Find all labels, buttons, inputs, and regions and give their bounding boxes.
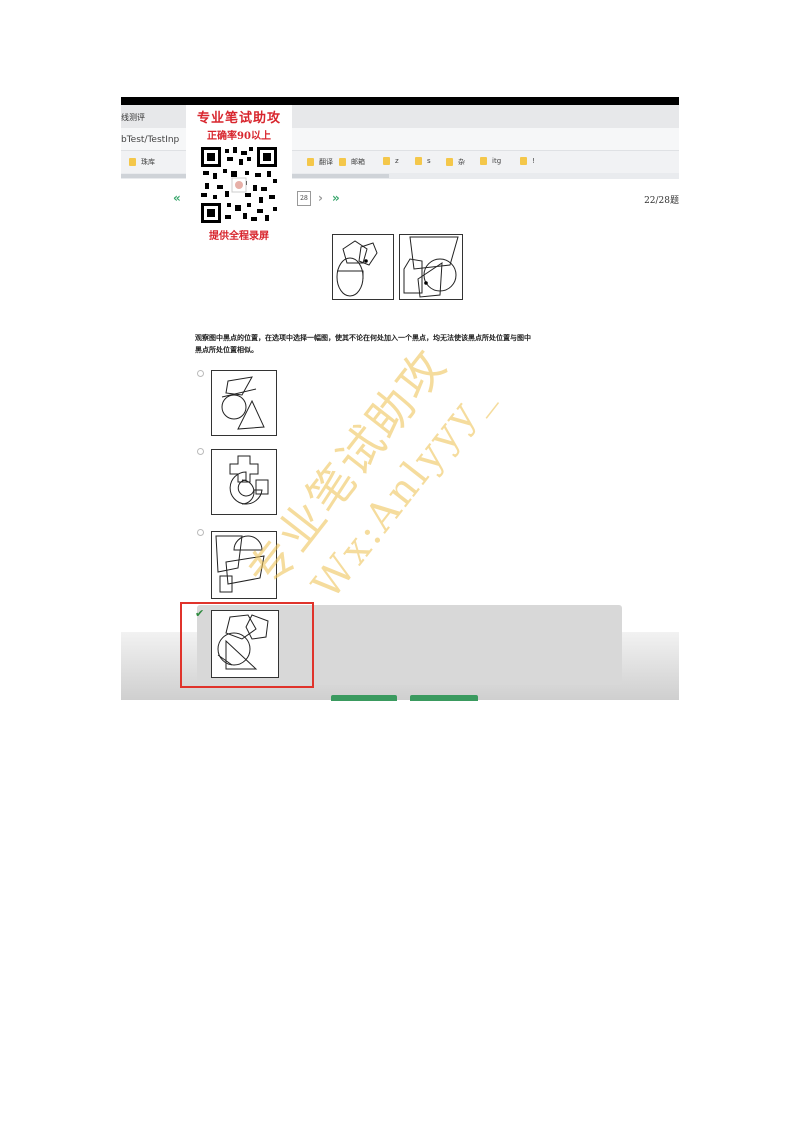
question-counter: 22/28题 — [644, 196, 679, 206]
bookmark-item[interactable]: s — [415, 157, 431, 165]
folder-icon — [307, 158, 314, 166]
next-question-button[interactable] — [410, 695, 478, 701]
folder-icon — [129, 158, 136, 166]
bookmark-item[interactable]: 邮箱 — [339, 157, 365, 167]
folder-icon — [446, 158, 453, 166]
folder-icon — [520, 157, 527, 165]
bookmark-item[interactable]: itg — [480, 157, 501, 165]
option-b-figure[interactable] — [211, 449, 277, 515]
option-c-radio[interactable] — [197, 529, 204, 536]
qr-code-icon — [199, 145, 279, 225]
option-a-radio[interactable] — [197, 370, 204, 377]
folder-icon — [480, 157, 487, 165]
answer-highlight-box — [180, 602, 314, 688]
bookmark-item[interactable]: 珠库 — [129, 157, 155, 167]
tab-title[interactable]: 线测评 — [121, 112, 145, 123]
question-figure-right — [399, 234, 463, 300]
folder-icon — [415, 157, 422, 165]
bookmark-item[interactable]: 杂 — [446, 157, 465, 167]
double-chevron-left-icon[interactable]: « — [173, 192, 181, 204]
bookmark-item[interactable]: z — [383, 157, 399, 165]
chevron-right-icon[interactable]: › — [318, 192, 323, 204]
page-number-box[interactable]: 28 — [297, 191, 311, 206]
bookmark-item[interactable]: ! — [520, 157, 535, 165]
question-figure-left — [332, 234, 394, 300]
promo-overlay: 专业笔试助攻 正确率90以上 提供全程录屏 — [186, 105, 292, 245]
option-a-figure[interactable] — [211, 370, 277, 436]
bookmark-item[interactable]: 翻译 — [307, 157, 333, 167]
folder-icon — [383, 157, 390, 165]
folder-icon — [339, 158, 346, 166]
double-chevron-right-icon[interactable]: » — [332, 192, 340, 204]
address-text[interactable]: bTest/TestInp — [121, 135, 179, 145]
prev-question-button[interactable] — [331, 695, 397, 701]
option-b-radio[interactable] — [197, 448, 204, 455]
window-top-edge — [121, 97, 679, 105]
